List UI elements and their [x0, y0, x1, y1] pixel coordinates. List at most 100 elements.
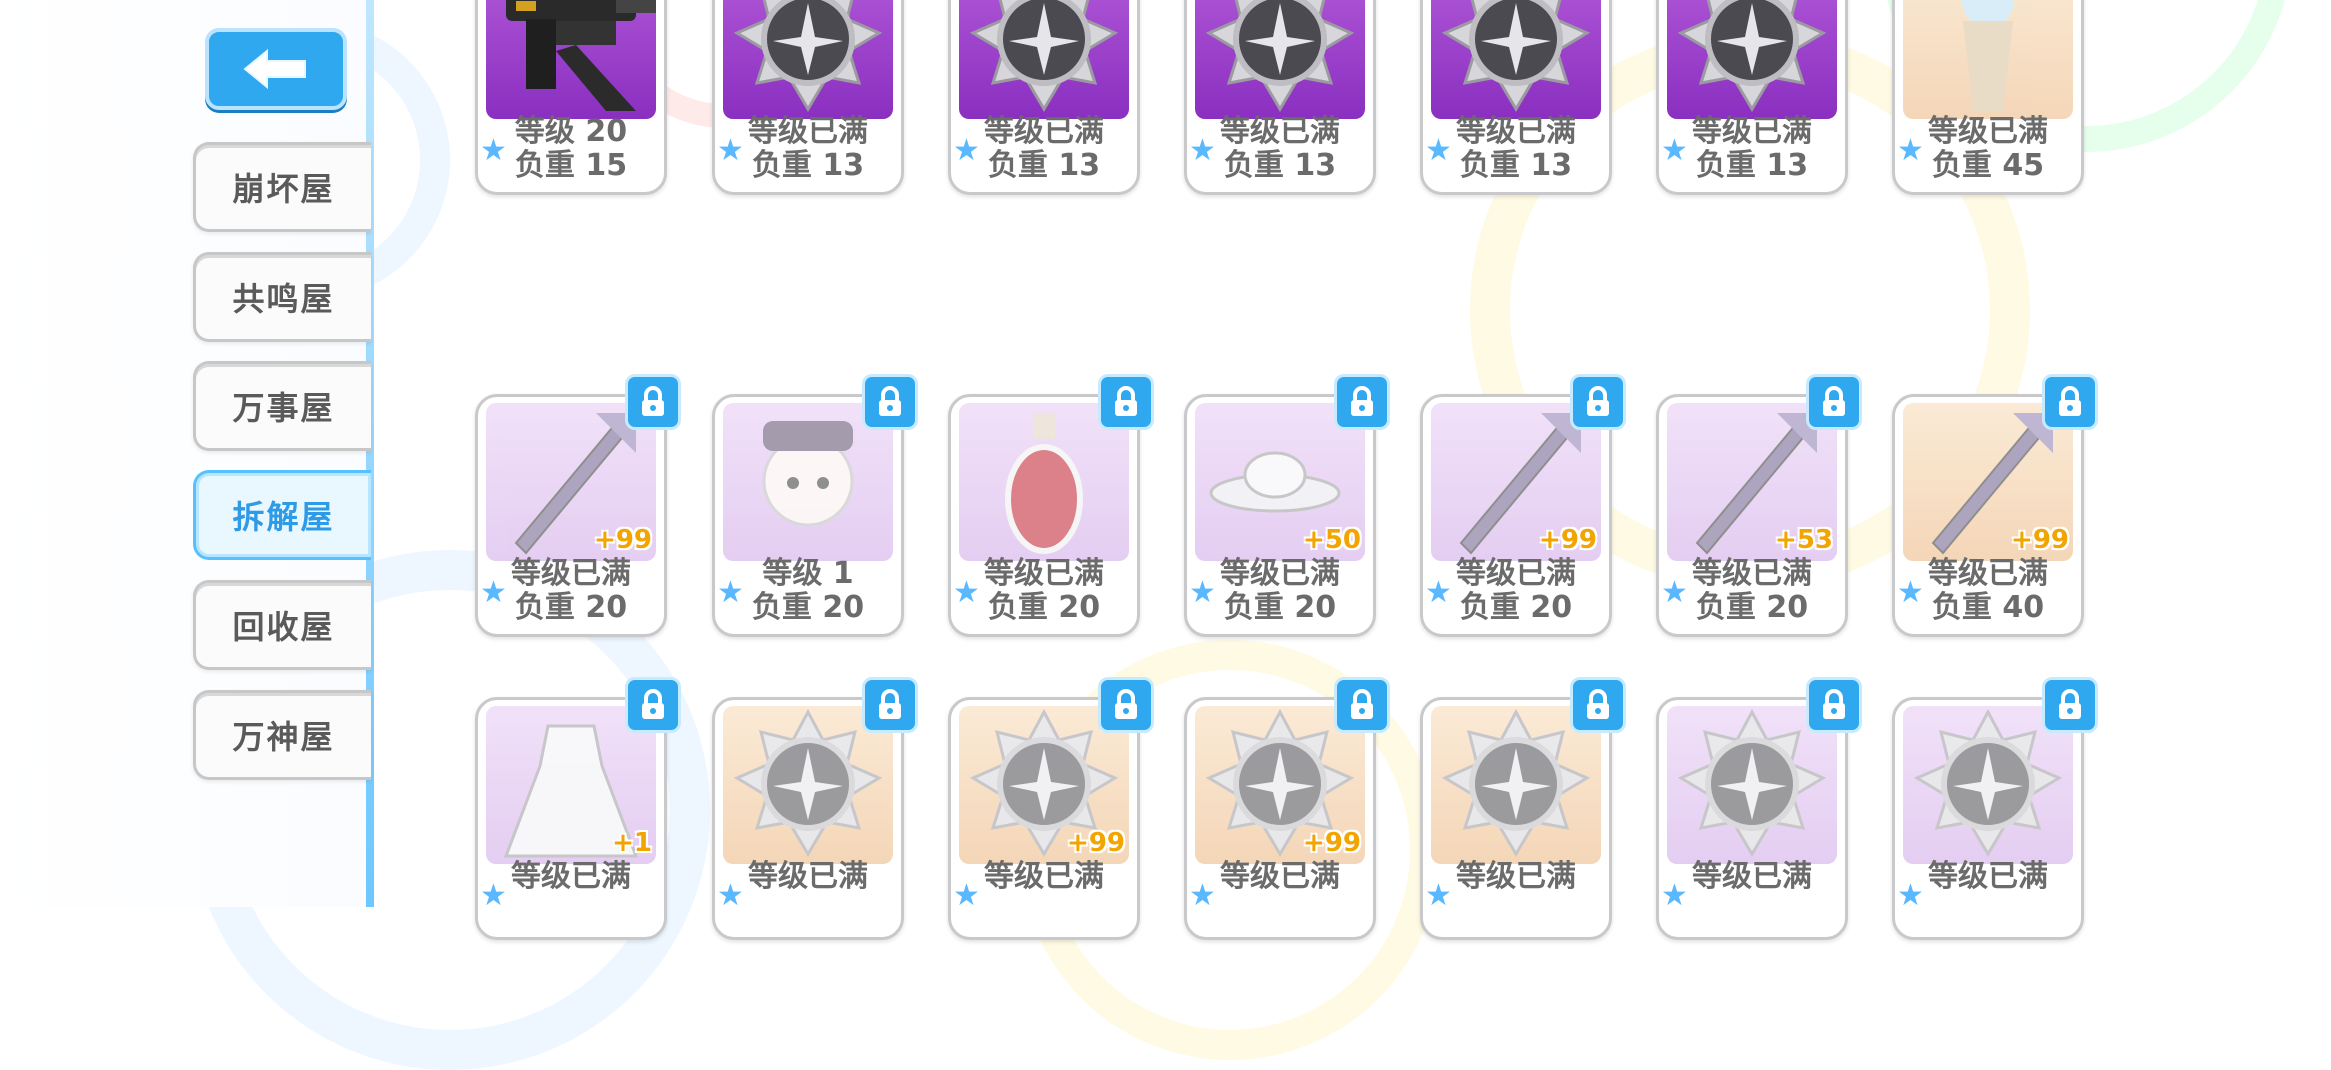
item-card[interactable]: +99 ★ 等级已满 负重 20: [475, 394, 667, 637]
lock-toggle-button[interactable]: [625, 374, 681, 430]
item-thumbnail: [1667, 0, 1837, 119]
lock-icon: [879, 689, 901, 719]
item-level: 等级已满: [984, 556, 1104, 591]
lock-icon: [2059, 689, 2081, 719]
item-level: 等级已满: [1456, 859, 1576, 894]
stigmata-medal-icon: [733, 0, 883, 112]
item-thumbnail: [1431, 0, 1601, 119]
lock-icon: [1587, 689, 1609, 719]
item-card[interactable]: +1 ★ 等级已满: [475, 697, 667, 940]
nav-item-label: 万神屋: [232, 718, 335, 756]
item-level: 等级已满: [1692, 114, 1812, 149]
lock-toggle-button[interactable]: [1098, 374, 1154, 430]
item-level: 等级已满: [1220, 859, 1340, 894]
nav-item-odd-jobs-house[interactable]: 万事屋: [193, 361, 371, 451]
lock-icon: [642, 386, 664, 416]
lock-toggle-button[interactable]: [2042, 374, 2098, 430]
item-level: 等级 1: [762, 556, 854, 591]
lock-toggle-button[interactable]: [1334, 374, 1390, 430]
item-weight: 负重 45: [1931, 148, 2045, 183]
item-weight: 负重 20: [1223, 590, 1337, 625]
item-card[interactable]: ★ 等级 1 负重 20: [712, 394, 904, 637]
item-weight: 负重 20: [1695, 590, 1809, 625]
item-card[interactable]: +50 ★ 等级已满 负重 20: [1184, 394, 1376, 637]
item-weight: 负重 13: [1695, 148, 1809, 183]
nav-item-resonance-house[interactable]: 共鸣屋: [193, 252, 371, 342]
item-level: 等级已满: [748, 859, 868, 894]
stack-count-badge: +99: [594, 525, 652, 555]
relic-icon: [1962, 0, 2014, 111]
item-card[interactable]: ★ 等级已满: [712, 697, 904, 940]
item-card[interactable]: +99 ★ 等级已满: [948, 697, 1140, 940]
item-weight: 负重 13: [1459, 148, 1573, 183]
item-level: 等级已满: [1692, 859, 1812, 894]
item-level: 等级已满: [1692, 556, 1812, 591]
item-card[interactable]: ★ 等级 20 负重 15: [475, 0, 667, 195]
item-card[interactable]: +53 ★ 等级已满 负重 20: [1656, 394, 1848, 637]
stigmata-medal-icon: [969, 0, 1119, 112]
lock-toggle-button[interactable]: [1570, 677, 1626, 733]
item-card[interactable]: ★ 等级已满 负重 13: [1656, 0, 1848, 195]
nav-item-dismantle-house[interactable]: 拆解屋: [193, 470, 371, 560]
item-card[interactable]: ★ 等级已满 负重 13: [712, 0, 904, 195]
item-card[interactable]: +99 ★ 等级已满 负重 20: [1420, 394, 1612, 637]
nav-item-label: 万事屋: [232, 389, 335, 427]
stack-count-badge: +99: [2011, 525, 2069, 555]
item-thumbnail: [1903, 0, 2073, 119]
item-card[interactable]: ★ 等级已满: [1420, 697, 1612, 940]
lock-toggle-button[interactable]: [625, 677, 681, 733]
nav-item-recycle-house[interactable]: 回收屋: [193, 580, 371, 670]
item-level: 等级已满: [511, 556, 631, 591]
back-arrow-icon: [243, 48, 306, 90]
stigmata-medal-icon: [1205, 0, 1355, 112]
item-weight: 负重 20: [751, 590, 865, 625]
lock-toggle-button[interactable]: [862, 677, 918, 733]
lock-icon: [879, 386, 901, 416]
lock-toggle-button[interactable]: [2042, 677, 2098, 733]
nav-item-label: 共鸣屋: [232, 280, 335, 318]
item-card[interactable]: ★ 等级已满: [1892, 697, 2084, 940]
item-thumbnail: [486, 0, 656, 119]
item-card[interactable]: +99 ★ 等级已满 负重 40: [1892, 394, 2084, 637]
item-card[interactable]: ★ 等级已满 负重 13: [948, 0, 1140, 195]
item-grid: ★ 等级 20 负重 15 ★ 等级已满 负重 13 ★ 等级已满 负重 13 ★ 等级已满 负重 1…: [470, 0, 2098, 940]
lock-toggle-button[interactable]: [1806, 374, 1862, 430]
stack-count-badge: +50: [1303, 525, 1361, 555]
item-level: 等级已满: [1928, 556, 2048, 591]
nav-item-label: 回收屋: [232, 608, 335, 646]
item-weight: 负重 20: [1459, 590, 1573, 625]
item-level: 等级已满: [1220, 556, 1340, 591]
item-level: 等级已满: [984, 114, 1104, 149]
lock-icon: [1351, 386, 1373, 416]
item-card[interactable]: ★ 等级已满 负重 13: [1184, 0, 1376, 195]
item-card[interactable]: ★ 等级已满: [1656, 697, 1848, 940]
item-card[interactable]: ★ 等级已满 负重 45: [1892, 0, 2084, 195]
lock-icon: [1351, 689, 1373, 719]
item-weight: 负重 40: [1931, 590, 2045, 625]
nav-item-label: 崩坏屋: [232, 170, 335, 208]
lock-toggle-button[interactable]: [1098, 677, 1154, 733]
nav-item-label: 拆解屋: [232, 498, 335, 536]
stack-count-badge: +99: [1067, 828, 1125, 858]
lock-icon: [642, 689, 664, 719]
item-level: 等级已满: [1456, 556, 1576, 591]
lock-toggle-button[interactable]: [1570, 374, 1626, 430]
nav-item-pantheon-house[interactable]: 万神屋: [193, 690, 371, 780]
item-level: 等级已满: [1456, 114, 1576, 149]
item-weight: 负重 15: [514, 148, 628, 183]
lock-toggle-button[interactable]: [862, 374, 918, 430]
item-thumbnail: [959, 0, 1129, 119]
nav-item-honkai-house[interactable]: 崩坏屋: [193, 142, 371, 232]
stack-count-badge: +99: [1539, 525, 1597, 555]
gun-icon: [506, 0, 656, 111]
item-card[interactable]: ★ 等级已满 负重 13: [1420, 0, 1612, 195]
item-weight: 负重 13: [1223, 148, 1337, 183]
item-thumbnail: [1195, 0, 1365, 119]
item-weight: 负重 13: [751, 148, 865, 183]
item-card[interactable]: ★ 等级已满 负重 20: [948, 394, 1140, 637]
lock-toggle-button[interactable]: [1806, 677, 1862, 733]
item-level: 等级 20: [514, 114, 628, 149]
item-card[interactable]: +99 ★ 等级已满: [1184, 697, 1376, 940]
lock-toggle-button[interactable]: [1334, 677, 1390, 733]
back-button[interactable]: [205, 28, 347, 110]
